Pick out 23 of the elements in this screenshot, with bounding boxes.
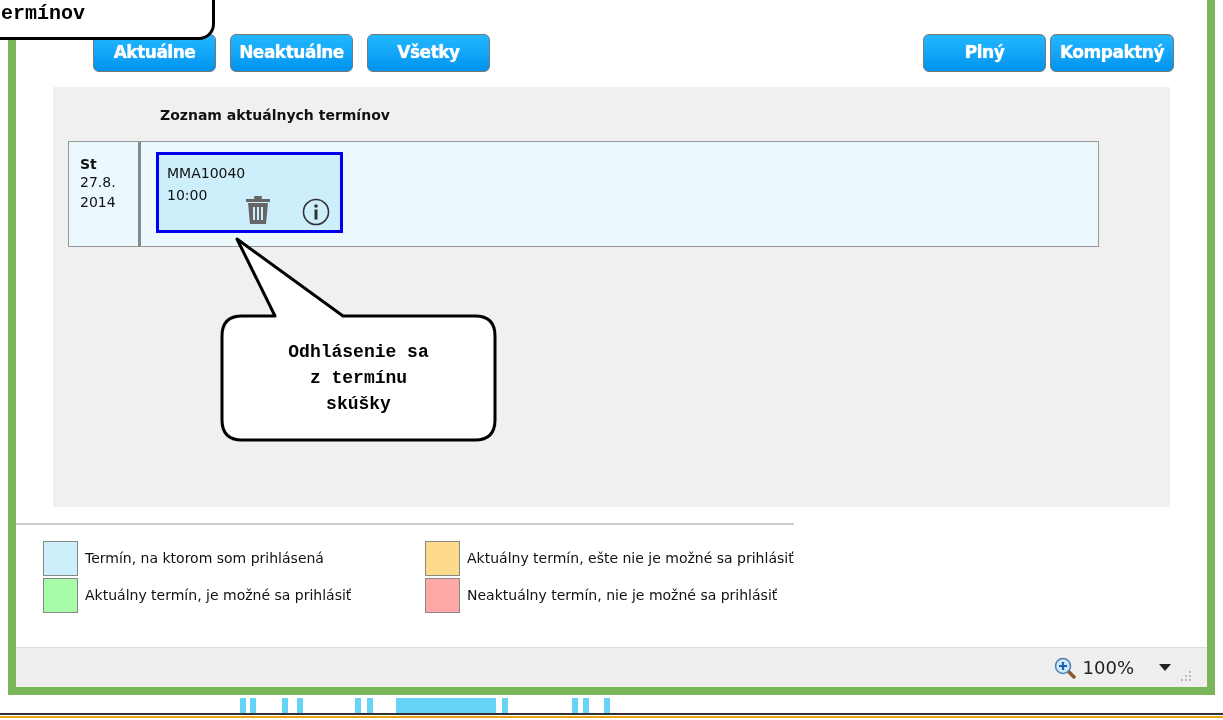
speech-bubble-text: Odhlásenie sa z termínu skúšky xyxy=(287,341,430,416)
info-icon[interactable] xyxy=(302,198,330,226)
course-code: MMA10040 xyxy=(167,164,246,183)
date-label: 27.8. xyxy=(80,173,117,192)
filter-button[interactable]: Neaktuálne xyxy=(230,34,353,72)
legend-label: Termín, na ktorom som prihlásená xyxy=(85,549,324,568)
callout-text: ermínov xyxy=(1,3,85,25)
resize-grip-icon xyxy=(1178,670,1192,684)
filter-button[interactable]: Plný xyxy=(923,34,1046,72)
list-title: Zoznam aktuálnych termínov xyxy=(160,106,391,125)
legend-label: Neaktuálny termín, nie je možné sa prihlásiť xyxy=(467,586,778,605)
caret-icon[interactable] xyxy=(1159,663,1171,672)
filter-button[interactable]: Všetky xyxy=(367,34,490,72)
term-card[interactable]: MMA10040 10:00 xyxy=(156,152,343,233)
filter-button[interactable]: Kompaktný xyxy=(1050,34,1174,72)
time-label: 10:00 xyxy=(167,186,208,205)
legend-label: Aktuálny termín, je možné sa prihlásiť xyxy=(85,586,352,605)
trash-icon[interactable] xyxy=(245,195,271,225)
year-label: 2014 xyxy=(80,193,117,212)
day-label: St xyxy=(80,156,98,172)
zoom-level[interactable]: 100% xyxy=(1082,654,1134,681)
legend-label: Aktuálny termín, ešte nie je možné sa prihlásiť xyxy=(467,549,794,568)
zoom-icon[interactable] xyxy=(1053,656,1076,679)
